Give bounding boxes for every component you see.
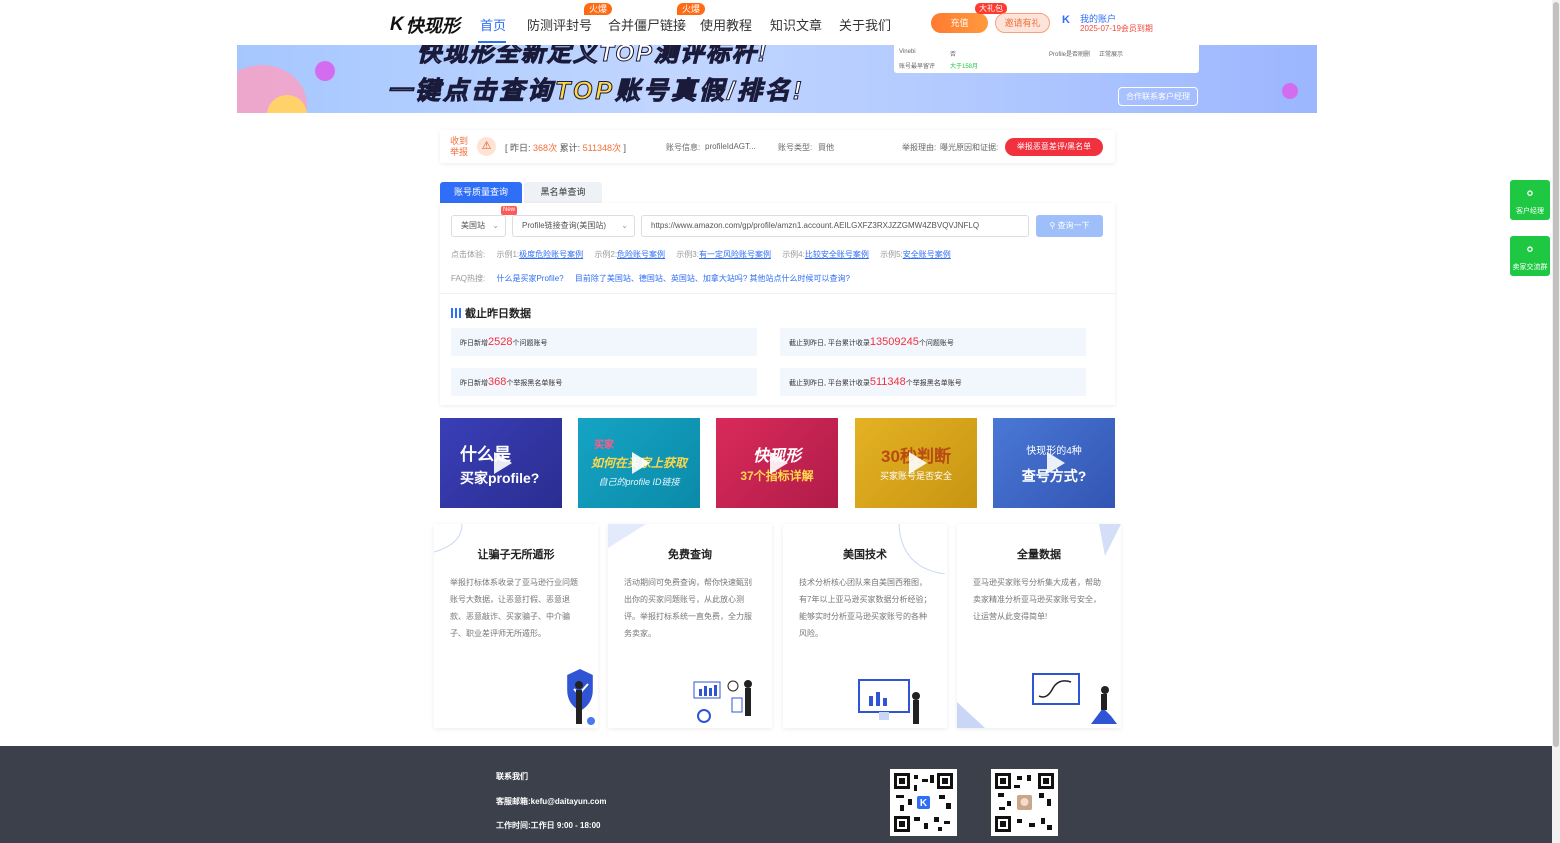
- stat-box: 昨日新增368个举报黑名单账号: [451, 368, 757, 396]
- qr-code-service: K: [890, 769, 957, 836]
- site-select[interactable]: 美国站 ⌄: [451, 215, 506, 237]
- alarm-icon: ⚠: [477, 137, 496, 156]
- monitor-chart-illustration: [858, 679, 920, 724]
- faq-link-1[interactable]: 什么是买家Profile?: [496, 274, 563, 283]
- example-link-5[interactable]: 安全账号案例: [903, 250, 951, 259]
- scrollbar-thumb[interactable]: [1553, 2, 1559, 747]
- decor-triangle: [957, 702, 985, 728]
- top-nav: K 快现形 首页 防测评封号 火爆 合并僵尸链接 火爆 使用教程 知识文章 关于…: [0, 0, 1552, 45]
- banner-preview-card: Vinebi 否 账号最早留评 大于158月 Profile是否刷删 正常展示: [894, 45, 1199, 73]
- shield-icon: [567, 669, 595, 725]
- video-card-2[interactable]: 买家 如何在买家上获取 自己的profile ID链接: [578, 418, 700, 508]
- report-reason-label: 举报理由:: [902, 143, 937, 152]
- feature-card-full-data: 全量数据 亚马逊买家账号分析集大成者，帮助卖家精准分析亚马逊买家账号安全，让运营…: [957, 524, 1121, 728]
- example-links: 点击体验: 示例1:极度危险账号案例 示例2:危险账号案例 示例3:有一定风险账…: [451, 250, 951, 259]
- feature-card-free-query: 免费查询 活动期间可免费查询，帮你快速甄别出你的买家问题账号，从此放心测评。举报…: [608, 524, 772, 728]
- footer-hours: 工作时间:工作日 9:00 - 18:00: [496, 821, 601, 830]
- footer-email: 客服邮箱:kefu@daitayun.com: [496, 797, 607, 806]
- chevron-down-icon: ⌄: [621, 221, 628, 230]
- account-info-value: profileIdAGT...: [705, 142, 756, 151]
- analytics-illustration: [693, 680, 752, 723]
- play-icon: [909, 452, 927, 474]
- footer-contact-title: 联系我们: [496, 772, 528, 781]
- nav-articles[interactable]: 知识文章: [770, 15, 822, 34]
- faq-links: FAQ热搜: 什么是买家Profile? 目前除了美国站、德国站、英国站、加拿大…: [451, 274, 850, 283]
- account-type-label: 账号类型:: [778, 143, 813, 152]
- tab-account-quality[interactable]: 账号质量查询: [440, 182, 522, 203]
- contact-manager-button[interactable]: 合作联系客户经理: [1118, 87, 1198, 106]
- account-k-icon: K: [1062, 14, 1070, 26]
- account-info-label: 账号信息:: [666, 143, 701, 152]
- stats-title: 截止昨日数据: [451, 305, 531, 321]
- wechat-icon: ⚬: [1523, 186, 1537, 203]
- page-scrollbar[interactable]: [1552, 0, 1560, 843]
- nav-merge-zombie-links[interactable]: 合并僵尸链接: [608, 15, 686, 34]
- email-link[interactable]: kefu@daitayun.com: [531, 797, 607, 806]
- invite-button[interactable]: 邀请有礼: [995, 13, 1050, 33]
- feature-card-anti-fraud: 让骗子无所遁形 举报打标体系收录了亚马逊行业问题账号大数据，让恶意打假、恶意退款…: [434, 524, 598, 728]
- report-button[interactable]: 举报恶意差评/黑名单: [1005, 138, 1103, 156]
- logo-text: 快现形: [405, 16, 460, 36]
- seller-group-button[interactable]: ⚬ 卖家交流群: [1510, 236, 1550, 276]
- decor-ball: [1282, 83, 1298, 99]
- play-icon: [770, 452, 788, 474]
- trend-chart-illustration: [1032, 673, 1117, 724]
- qr-code-group: [991, 769, 1058, 836]
- customer-manager-button[interactable]: ⚬ 客户经理: [1510, 180, 1550, 220]
- member-expiry: 2025-07-19会员到期: [1080, 24, 1153, 33]
- decor-ball: [315, 61, 335, 81]
- example-link-2[interactable]: 危险账号案例: [617, 250, 665, 259]
- report-counts: [ 昨日: 368次 累计: 511348次 ]: [505, 143, 627, 153]
- search-icon: ⚲: [1049, 221, 1056, 230]
- play-icon: [1047, 452, 1065, 474]
- promo-banner[interactable]: 快现形全新定义TOP测评标杆! 一键点击查询TOP账号真假/排名! Vinebi…: [237, 45, 1317, 113]
- query-panel: 美国站 ⌄ New Profile链接查询(美国站) ⌄ https://www.a…: [440, 203, 1115, 405]
- feature-card-us-tech: 美国技术 技术分析核心团队来自美国西雅图，有7年以上亚马逊买家数据分析经验；能够…: [783, 524, 947, 728]
- play-icon: [494, 452, 512, 474]
- bar-chart-icon: [451, 308, 461, 318]
- nav-about[interactable]: 关于我们: [839, 15, 891, 34]
- wechat-icon: ⚬: [1523, 242, 1537, 259]
- report-label: 收到举报: [450, 136, 469, 157]
- nav-anti-review-ban[interactable]: 防测评封号: [527, 15, 592, 34]
- divider: [440, 293, 1115, 294]
- footer: 联系我们 客服邮箱:kefu@daitayun.com 工作时间:工作日 9:0…: [0, 746, 1552, 843]
- video-card-5[interactable]: 快现形的4种 查号方式?: [993, 418, 1115, 508]
- stat-box: 截止到昨日, 平台累计收录13509245个问题账号: [780, 328, 1086, 356]
- account-type-value: 買他: [818, 143, 834, 152]
- hot-badge: 火爆: [584, 3, 613, 15]
- nav-tutorial[interactable]: 使用教程: [700, 15, 752, 34]
- faq-link-2[interactable]: 目前除了美国站、德国站、英国站、加拿大站吗? 其他站点什么时候可以查询?: [575, 274, 850, 283]
- new-badge: New: [501, 206, 518, 215]
- recharge-button[interactable]: 充值: [931, 13, 988, 33]
- video-card-1[interactable]: 什么是 买家profile?: [440, 418, 562, 508]
- query-button[interactable]: ⚲ 查询一下: [1036, 215, 1103, 237]
- stat-box: 昨日新增2528个问题账号: [451, 328, 757, 356]
- video-card-4[interactable]: 30秒判断 买家账号是否安全: [855, 418, 977, 508]
- example-link-3[interactable]: 有一定风险账号案例: [699, 250, 771, 259]
- method-select[interactable]: Profile链接查询(美国站) ⌄: [512, 215, 635, 237]
- nav-home[interactable]: 首页: [480, 15, 506, 34]
- tab-blacklist[interactable]: 黑名单查询: [524, 182, 602, 203]
- stat-box: 截止到昨日, 平台累计收录511348个举报黑名单账号: [780, 368, 1086, 396]
- site-logo[interactable]: K 快现形: [390, 12, 460, 38]
- example-link-1[interactable]: 极度危险账号案例: [519, 250, 583, 259]
- nav-active-indicator: [478, 41, 506, 43]
- profile-url-input[interactable]: https://www.amazon.com/gp/profile/amzn1.…: [641, 215, 1029, 237]
- hot-badge: 火爆: [677, 3, 706, 15]
- report-reason-value: 曝光原因和证据:: [940, 143, 999, 152]
- video-card-3[interactable]: 快现形 37个指标详解: [716, 418, 838, 508]
- banner-headline-2: 一键点击查询TOP账号真假/排名!: [386, 77, 805, 106]
- example-link-4[interactable]: 比较安全账号案例: [805, 250, 869, 259]
- logo-k-icon: K: [390, 14, 404, 35]
- chevron-down-icon: ⌄: [492, 221, 499, 230]
- report-ticker: 收到举报 ⚠ [ 昨日: 368次 累计: 511348次 ] 账号信息: pr…: [440, 130, 1115, 163]
- svg-text:K: K: [920, 798, 928, 809]
- banner-headline-1: 快现形全新定义TOP测评标杆!: [417, 45, 768, 68]
- play-icon: [632, 452, 650, 474]
